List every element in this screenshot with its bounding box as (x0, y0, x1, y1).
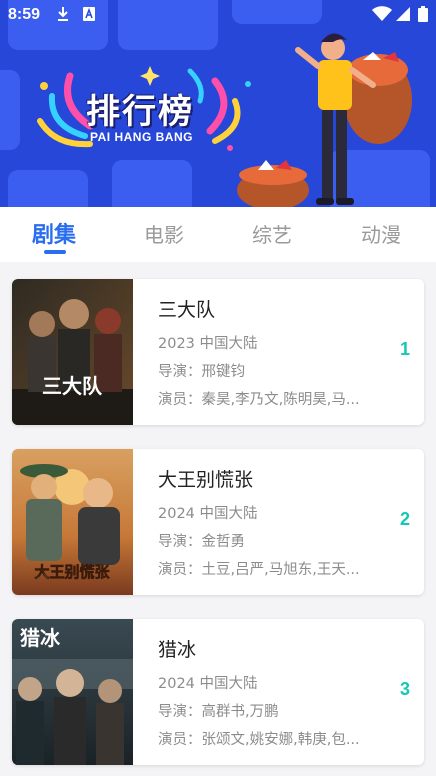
item-rank: 2 (399, 509, 410, 529)
signal-icon (395, 6, 411, 26)
person-with-sack-illustration (237, 33, 412, 207)
status-bar: 8:59 (0, 0, 436, 30)
wifi-icon (372, 6, 392, 26)
item-cast: 演员：秦昊,李乃文,陈明昊,马... (158, 392, 360, 408)
category-tabs: 剧集 电影 综艺 动漫 (0, 207, 436, 262)
ranking-screen: 8:59 排行榜 PAI HANG BANG 剧集 电影 综艺 动漫 三大队 三… (0, 0, 436, 776)
tab-anime[interactable]: 动漫 (361, 219, 401, 248)
banner-decor-tile (8, 170, 88, 207)
download-icon (56, 6, 70, 26)
banner-title: 排行榜 (86, 92, 194, 132)
tab-movies[interactable]: 电影 (144, 219, 184, 248)
active-tab-indicator (44, 250, 66, 254)
ranking-list: 三大队 三大队 2023 中国大陆 导演：邢键钧 演员：秦昊,李乃文,陈明昊,马… (0, 262, 436, 776)
item-year-region: 2024 中国大陆 (158, 676, 258, 692)
item-title: 猎冰 (158, 639, 197, 661)
item-rank: 1 (399, 339, 410, 359)
item-director: 导演：邢键钧 (158, 364, 245, 380)
poster-image: 三大队 (12, 279, 133, 425)
item-rank: 3 (399, 679, 410, 699)
item-director: 导演：金哲勇 (158, 534, 245, 550)
tab-variety[interactable]: 综艺 (252, 219, 292, 248)
header-banner: 8:59 排行榜 PAI HANG BANG (0, 0, 436, 207)
status-time: 8:59 (8, 6, 41, 23)
banner-subtitle: PAI HANG BANG (90, 130, 193, 144)
tab-series[interactable]: 剧集 (32, 217, 76, 249)
poster-title-text: 三大队 (42, 374, 103, 398)
item-cast: 演员：张颂文,姚安娜,韩庚,包... (158, 732, 360, 748)
poster-image: 猎冰 (12, 619, 133, 765)
poster-title-text: 猎冰 (20, 626, 61, 650)
item-year-region: 2024 中国大陆 (158, 506, 258, 522)
item-director: 导演：高群书,万鹏 (158, 704, 279, 720)
item-year-region: 2023 中国大陆 (158, 336, 258, 352)
item-title: 大王别慌张 (158, 469, 254, 491)
poster-image: 大王别慌张 (12, 449, 133, 595)
a-icon (82, 6, 96, 26)
list-item[interactable]: 大王别慌张 大王别慌张 2024 中国大陆 导演：金哲勇 演员：土豆,吕严,马旭… (12, 449, 424, 595)
banner-decor-tile (0, 70, 20, 150)
item-title: 三大队 (158, 299, 216, 321)
list-item[interactable]: 三大队 三大队 2023 中国大陆 导演：邢键钧 演员：秦昊,李乃文,陈明昊,马… (12, 279, 424, 425)
poster-title-text: 大王别慌张 (34, 563, 110, 581)
battery-icon (418, 6, 428, 26)
item-cast: 演员：土豆,吕严,马旭东,王天... (158, 562, 360, 578)
list-item[interactable]: 猎冰 猎冰 2024 中国大陆 导演：高群书,万鹏 演员：张颂文,姚安娜,韩庚,… (12, 619, 424, 765)
banner-decor-tile (112, 160, 192, 207)
